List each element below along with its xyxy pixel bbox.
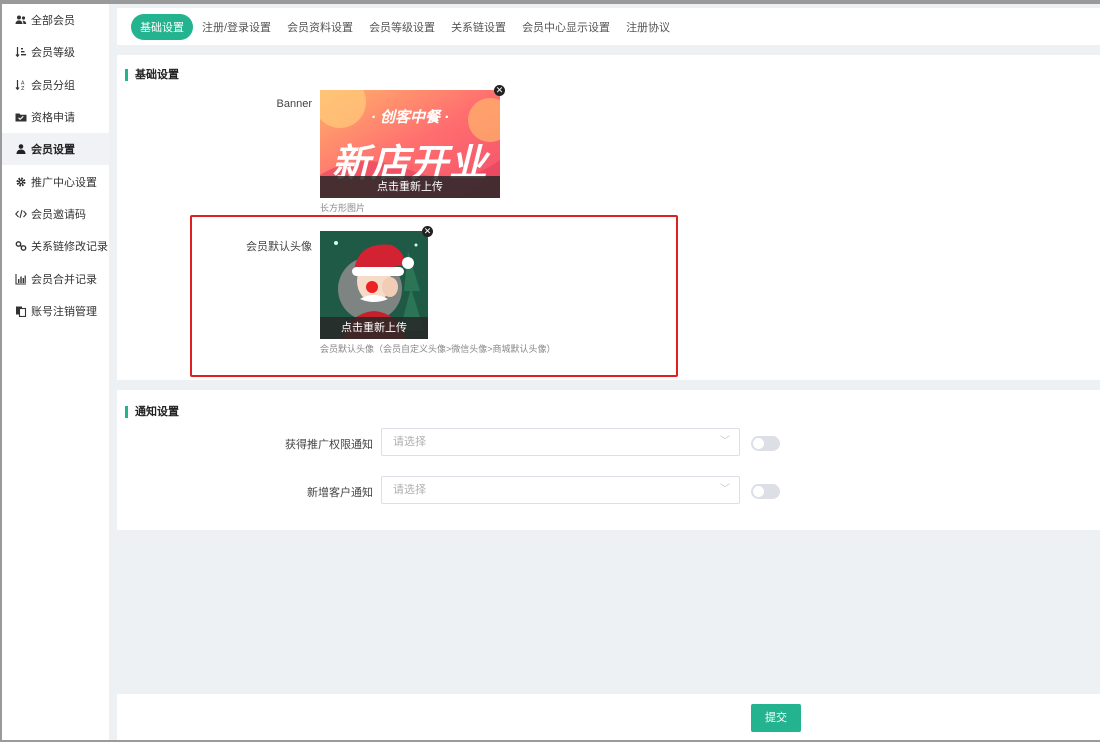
sidebar-item-merge-log[interactable]: 会员合并记录 xyxy=(2,262,109,294)
section-title: 通知设置 xyxy=(125,406,179,418)
sidebar-item-label: 会员合并记录 xyxy=(31,273,97,286)
sidebar-item-member-levels[interactable]: 会员等级 xyxy=(2,36,109,68)
sidebar-item-label: 会员等级 xyxy=(31,47,75,60)
sidebar-item-member-settings[interactable]: 会员设置 xyxy=(2,133,109,166)
code-icon xyxy=(14,207,27,220)
banner-remove-icon[interactable]: ✕ xyxy=(494,85,505,96)
sidebar-item-label: 关系链修改记录 xyxy=(31,241,108,254)
tab-member-level[interactable]: 会员等级设置 xyxy=(369,14,435,40)
user-icon xyxy=(14,143,27,156)
tab-member-profile[interactable]: 会员资料设置 xyxy=(287,14,353,40)
sidebar-item-label: 会员邀请码 xyxy=(31,208,86,221)
sidebar-item-invite-code[interactable]: 会员邀请码 xyxy=(2,198,109,230)
link-icon xyxy=(14,240,27,253)
users-icon xyxy=(14,14,27,27)
sidebar-item-label: 会员分组 xyxy=(31,79,75,92)
banner-hint: 长方形图片 xyxy=(320,203,366,213)
banner-label: Banner xyxy=(276,98,312,110)
chevron-down-icon: ﹀ xyxy=(720,484,730,495)
gear-icon xyxy=(14,175,27,188)
new-customer-notify-toggle[interactable] xyxy=(751,484,780,499)
promo-permission-notify-label: 获得推广权限通知 xyxy=(285,439,373,451)
sidebar-item-label: 推广中心设置 xyxy=(31,176,97,189)
chevron-down-icon: ﹀ xyxy=(720,436,730,447)
bar-chart-icon xyxy=(14,272,27,285)
sidebar-divider xyxy=(109,4,117,740)
window-frame-top xyxy=(0,0,1100,4)
sidebar-item-label: 全部会员 xyxy=(31,15,75,28)
banner-upload[interactable]: · 创客中餐 · 新店开业 点击重新上传 ✕ xyxy=(320,85,505,198)
sidebar-item-promotion-center[interactable]: 推广中心设置 xyxy=(2,165,109,197)
sidebar: 全部会员 会员等级 AZ 会员分组 资格申请 会员设置 推广中心设置 会员邀请码… xyxy=(2,4,109,740)
banner-image: · 创客中餐 · 新店开业 点击重新上传 xyxy=(320,90,500,198)
sidebar-item-relation-log[interactable]: 关系链修改记录 xyxy=(2,230,109,262)
copy-icon xyxy=(14,304,27,317)
sidebar-item-label: 会员设置 xyxy=(31,144,75,157)
svg-text:Z: Z xyxy=(21,86,25,91)
select-placeholder: 请选择 xyxy=(393,484,426,496)
new-customer-notify-select[interactable]: 请选择 ﹀ xyxy=(381,476,740,504)
promo-permission-notify-select[interactable]: 请选择 ﹀ xyxy=(381,428,740,456)
toggle-knob xyxy=(753,438,764,449)
sidebar-item-all-members[interactable]: 全部会员 xyxy=(2,4,109,36)
promo-permission-notify-toggle[interactable] xyxy=(751,436,780,451)
sidebar-item-label: 账号注销管理 xyxy=(31,305,97,318)
section-title: 基础设置 xyxy=(125,69,179,81)
sidebar-item-account-cancel[interactable]: 账号注销管理 xyxy=(2,295,109,327)
footer-bar: 提交 xyxy=(117,694,1100,740)
banner-subtitle: · 创客中餐 · xyxy=(370,109,450,126)
folder-check-icon xyxy=(14,111,27,124)
sidebar-item-label: 资格申请 xyxy=(31,112,75,125)
sidebar-item-qualification[interactable]: 资格申请 xyxy=(2,101,109,133)
new-customer-notify-label: 新增客户通知 xyxy=(307,487,373,499)
toggle-knob xyxy=(753,486,764,497)
tab-member-center-display[interactable]: 会员中心显示设置 xyxy=(522,14,610,40)
submit-button[interactable]: 提交 xyxy=(751,704,801,732)
sort-amount-icon xyxy=(14,46,27,59)
sort-alpha-icon: AZ xyxy=(14,78,27,91)
tab-register-agreement[interactable]: 注册协议 xyxy=(626,14,670,40)
banner-reupload-bar[interactable]: 点击重新上传 xyxy=(320,176,500,198)
sidebar-item-member-groups[interactable]: AZ 会员分组 xyxy=(2,69,109,101)
notify-settings-panel: 通知设置 xyxy=(117,390,1100,530)
settings-tabs: 基础设置 注册/登录设置 会员资料设置 会员等级设置 关系链设置 会员中心显示设… xyxy=(117,8,1100,45)
tab-register-login[interactable]: 注册/登录设置 xyxy=(202,14,271,40)
highlight-box xyxy=(190,215,678,377)
select-placeholder: 请选择 xyxy=(393,436,426,448)
tab-relation-chain[interactable]: 关系链设置 xyxy=(451,14,506,40)
tab-basic-settings[interactable]: 基础设置 xyxy=(131,13,193,40)
